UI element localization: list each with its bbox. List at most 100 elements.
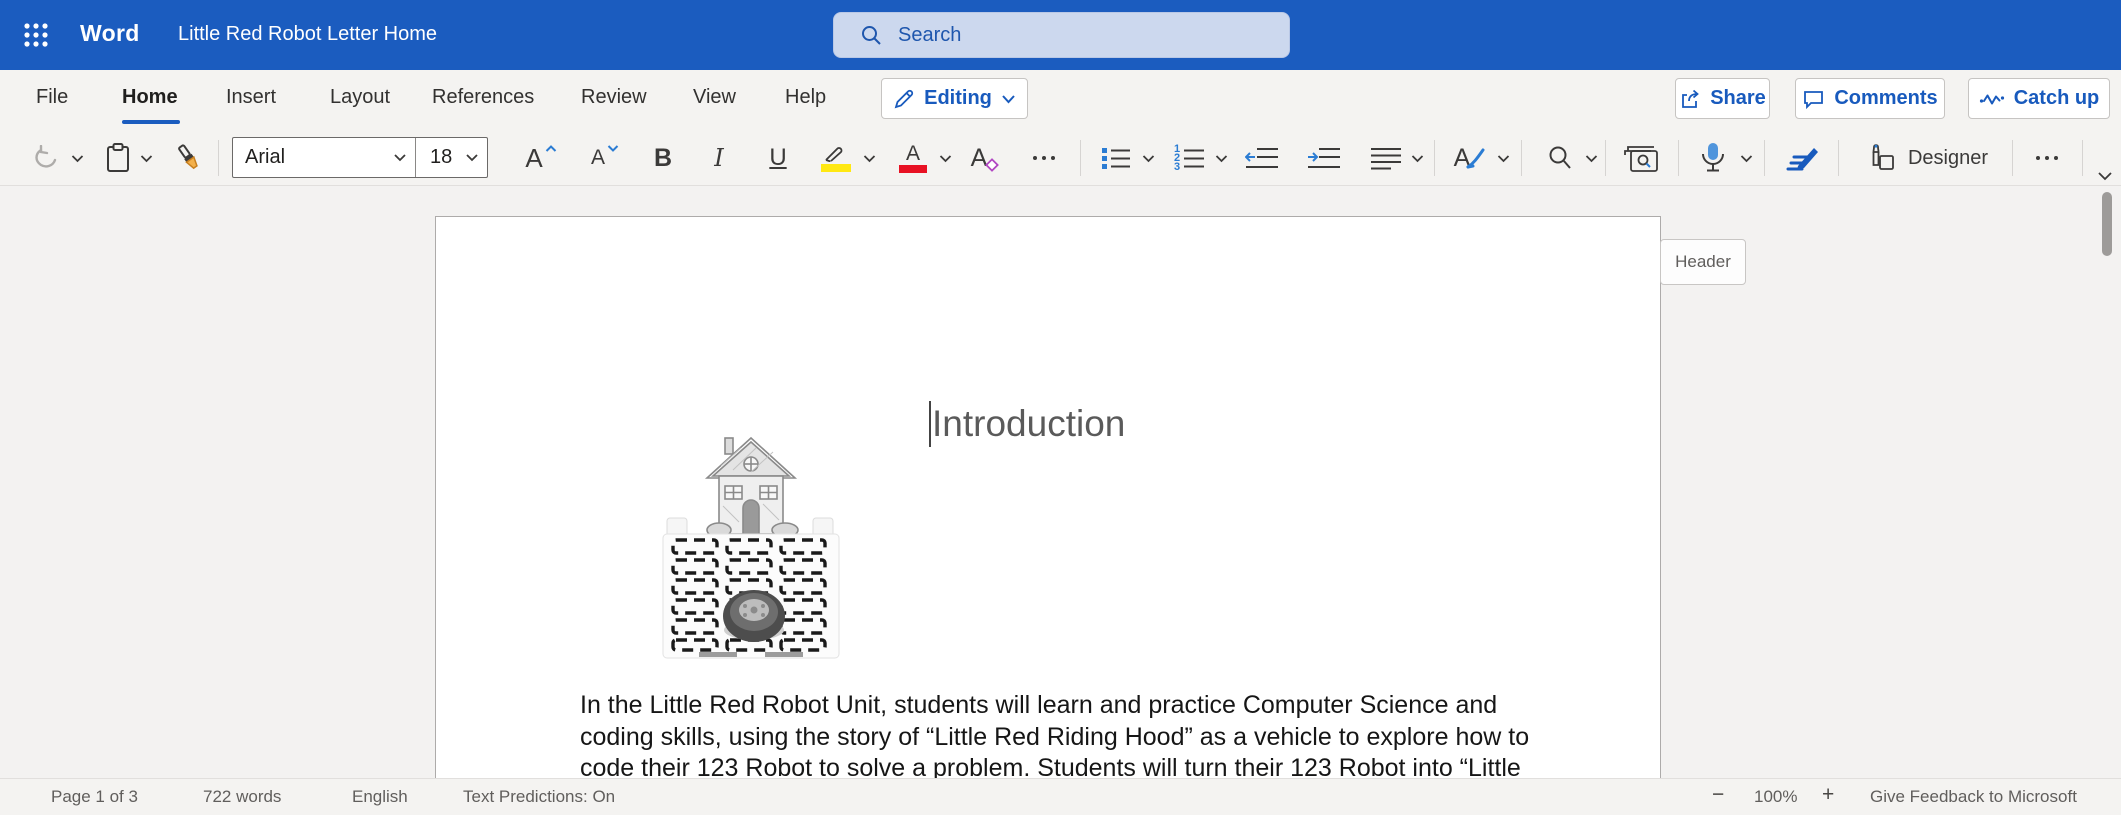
tab-insert[interactable]: Insert — [226, 86, 276, 109]
designer-label: Designer — [1908, 147, 1988, 170]
editing-mode-button[interactable]: Editing — [881, 78, 1028, 119]
search-input[interactable] — [898, 24, 1258, 47]
designer-button[interactable]: Designer — [1852, 130, 2002, 186]
tab-view[interactable]: View — [693, 86, 736, 109]
tab-references[interactable]: References — [432, 86, 534, 109]
document-page[interactable]: Introduction In the Little Red Robot Uni… — [435, 216, 1661, 778]
document-title[interactable]: Little Red Robot Letter Home — [178, 23, 437, 46]
zoom-in-button[interactable]: + — [1822, 783, 1834, 807]
font-name-combobox[interactable]: Arial — [233, 138, 415, 177]
editing-label: Editing — [924, 87, 992, 110]
more-toolbar-options-button[interactable] — [2026, 130, 2068, 186]
undo-button[interactable] — [30, 130, 64, 186]
italic-button[interactable]: I — [704, 130, 734, 186]
language-status[interactable]: English — [352, 787, 408, 807]
highlight-menu-chevron[interactable] — [860, 130, 878, 186]
page-preview-search-button[interactable] — [1618, 130, 1664, 186]
numbered-list-button[interactable]: 1 2 3 — [1168, 130, 1210, 186]
toolbar-divider — [1434, 140, 1435, 176]
toolbar-divider — [218, 140, 219, 176]
tab-review[interactable]: Review — [581, 86, 647, 109]
undo-menu-chevron[interactable] — [68, 130, 86, 186]
app-launcher-icon[interactable] — [22, 21, 50, 49]
pencil-icon — [893, 88, 915, 110]
document-image-house-robot-mat[interactable] — [661, 406, 841, 664]
chevron-down-icon — [607, 144, 619, 152]
font-color-swatch — [899, 165, 927, 173]
feedback-link[interactable]: Give Feedback to Microsoft — [1870, 787, 2077, 807]
toolbar-divider — [2012, 140, 2013, 176]
share-label: Share — [1710, 87, 1766, 110]
paragraph-line[interactable]: coding skills, using the story of “Littl… — [580, 722, 1540, 754]
document-canvas: Introduction In the Little Red Robot Uni… — [0, 186, 2121, 778]
catch-up-button[interactable]: Catch up — [1968, 78, 2110, 119]
share-icon — [1679, 88, 1701, 110]
numbered-list-chevron[interactable] — [1212, 130, 1230, 186]
more-font-options-button[interactable] — [1024, 130, 1064, 186]
decrease-indent-button[interactable] — [1240, 130, 1284, 186]
toolbar-divider — [1605, 140, 1606, 176]
grow-font-letter: A — [525, 143, 542, 174]
word-count-status[interactable]: 722 words — [203, 787, 281, 807]
italic-letter: I — [714, 144, 723, 172]
ellipsis-icon — [2036, 156, 2058, 160]
vertical-scrollbar-thumb[interactable] — [2102, 192, 2112, 256]
text-highlight-button[interactable] — [816, 130, 856, 186]
comments-button[interactable]: Comments — [1795, 78, 1945, 119]
chevron-down-icon — [393, 153, 407, 162]
alignment-button[interactable] — [1366, 130, 1406, 186]
underline-letter: U — [769, 144, 786, 172]
alignment-chevron[interactable] — [1408, 130, 1426, 186]
zoom-out-button[interactable]: − — [1712, 783, 1724, 807]
font-color-button[interactable]: A — [894, 130, 932, 186]
clear-formatting-button[interactable]: A — [964, 130, 1006, 186]
tab-file[interactable]: File — [36, 86, 68, 109]
toolbar-divider — [1080, 140, 1081, 176]
paragraph-line[interactable]: code their 123 Robot to solve a problem.… — [580, 753, 1540, 778]
dictate-chevron[interactable] — [1737, 130, 1755, 186]
catch-up-label: Catch up — [2014, 87, 2100, 110]
tab-help[interactable]: Help — [785, 86, 826, 109]
ellipsis-icon — [1033, 156, 1055, 160]
bullet-list-button[interactable] — [1096, 130, 1136, 186]
eraser-icon — [985, 158, 999, 172]
text-cursor — [929, 401, 931, 447]
tab-layout[interactable]: Layout — [330, 86, 390, 109]
zoom-level[interactable]: 100% — [1754, 787, 1797, 807]
document-heading[interactable]: Introduction — [932, 403, 1125, 445]
bullet-list-chevron[interactable] — [1139, 130, 1157, 186]
status-bar: Page 1 of 3 722 words English Text Predi… — [0, 778, 2121, 815]
paste-button[interactable] — [102, 130, 134, 186]
page-count-status[interactable]: Page 1 of 3 — [51, 787, 138, 807]
grow-font-button[interactable]: A — [520, 130, 562, 186]
find-chevron[interactable] — [1582, 130, 1600, 186]
find-button[interactable] — [1542, 130, 1578, 186]
app-top-bar: Word Little Red Robot Letter Home — [0, 0, 2121, 70]
toolbar-divider — [1678, 140, 1679, 176]
activity-pulse-icon — [1979, 90, 2005, 108]
font-color-menu-chevron[interactable] — [936, 130, 954, 186]
shrink-font-button[interactable]: A — [584, 130, 626, 186]
app-name[interactable]: Word — [80, 20, 140, 47]
font-size-combobox[interactable]: 18 — [415, 138, 487, 177]
styles-chevron[interactable] — [1494, 130, 1512, 186]
comment-icon — [1802, 88, 1825, 110]
dictate-button[interactable] — [1694, 130, 1732, 186]
toolbar-divider — [1521, 140, 1522, 176]
header-region-tag[interactable]: Header — [1660, 239, 1746, 285]
tab-home[interactable]: Home — [122, 86, 178, 109]
increase-indent-button[interactable] — [1302, 130, 1346, 186]
style-brush-icon — [1466, 147, 1486, 169]
paste-menu-chevron[interactable] — [137, 130, 155, 186]
font-color-letter: A — [906, 143, 920, 164]
underline-button[interactable]: U — [762, 130, 794, 186]
editor-button[interactable] — [1778, 130, 1826, 186]
text-predictions-status[interactable]: Text Predictions: On — [463, 787, 615, 807]
ribbon-tab-row: File Home Insert Layout References Revie… — [0, 70, 2121, 130]
bold-button[interactable]: B — [646, 130, 680, 186]
share-button[interactable]: Share — [1675, 78, 1770, 119]
format-painter-button[interactable] — [170, 130, 208, 186]
paragraph-line[interactable]: In the Little Red Robot Unit, students w… — [580, 690, 1540, 722]
search-box[interactable] — [833, 12, 1290, 58]
styles-button[interactable]: A — [1448, 130, 1492, 186]
